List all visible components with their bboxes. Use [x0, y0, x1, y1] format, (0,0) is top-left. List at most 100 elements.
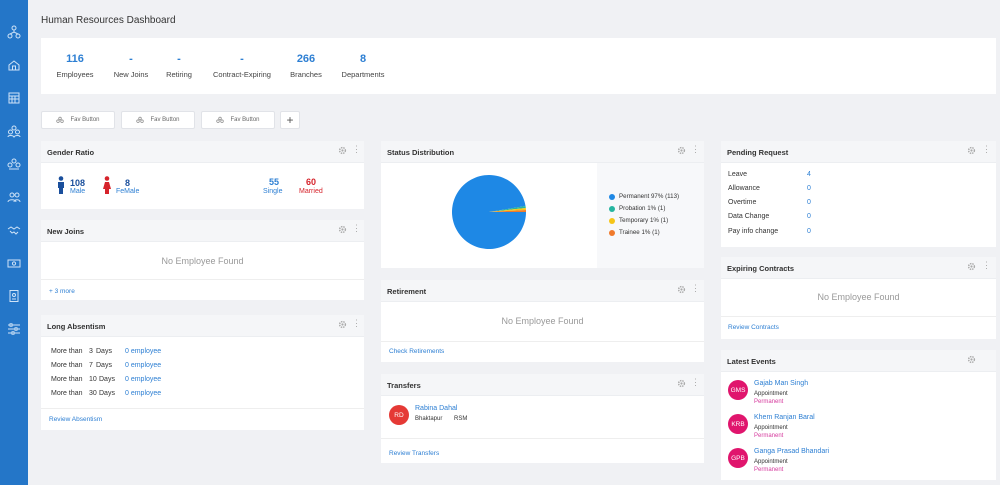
card-header: New Joins ⋮: [41, 220, 364, 242]
gear-icon[interactable]: [967, 262, 976, 271]
team-icon[interactable]: [4, 121, 24, 141]
stat-employees[interactable]: 116 Employees: [51, 53, 99, 79]
row-count[interactable]: 0 employee: [125, 376, 161, 383]
retirement-card: Retirement ⋮ No Employee Found Check Ret…: [381, 280, 704, 362]
legend-item-probation[interactable]: Probation 1% (1): [609, 205, 665, 212]
more-icon[interactable]: ⋮: [352, 145, 361, 154]
fav-button[interactable]: Fav Button: [41, 111, 115, 129]
event-employee-name[interactable]: Khem Ranjan Baral: [754, 414, 815, 421]
row-count[interactable]: 0 employee: [125, 362, 161, 369]
card-title: Gender Ratio: [47, 148, 95, 157]
event-type: Appointment: [754, 459, 788, 465]
more-icon[interactable]: ⋮: [982, 145, 991, 154]
calendar-grid-icon[interactable]: [4, 88, 24, 108]
row-prefix: More than: [51, 362, 83, 369]
page-title: Human Resources Dashboard: [41, 15, 176, 26]
card-title: Latest Events: [727, 357, 776, 366]
transfer-employee-name[interactable]: Rabina Dahal: [415, 405, 457, 412]
transfer-code: RSM: [454, 416, 468, 422]
event-status: Permanent: [754, 399, 784, 405]
more-icon[interactable]: ⋮: [691, 378, 700, 387]
gear-icon[interactable]: [338, 146, 347, 155]
gear-icon[interactable]: [967, 146, 976, 155]
more-icon[interactable]: ⋮: [352, 224, 361, 233]
row-unit: Days: [96, 362, 112, 369]
fav-button[interactable]: Fav Button: [201, 111, 275, 129]
stat-contract-expiring[interactable]: - Contract-Expiring: [207, 53, 277, 79]
stat-value: -: [240, 53, 244, 65]
review-absentism-link[interactable]: Review Absentism: [49, 416, 102, 423]
stat-new-joins[interactable]: - New Joins: [109, 53, 153, 79]
event-type: Appointment: [754, 391, 788, 397]
card-header: Long Absentism ⋮: [41, 315, 364, 337]
badge-icon[interactable]: [4, 286, 24, 306]
settings-sliders-icon[interactable]: [4, 319, 24, 339]
legend-dot: [609, 217, 615, 224]
money-icon[interactable]: [4, 253, 24, 273]
row-days: 10: [89, 376, 97, 383]
gear-icon[interactable]: [967, 355, 976, 364]
more-icon[interactable]: ⋮: [691, 145, 700, 154]
more-icon[interactable]: ⋮: [352, 319, 361, 328]
team-icon: [56, 116, 65, 123]
event-employee-name[interactable]: Ganga Prasad Bhandari: [754, 448, 829, 455]
stat-label: Branches: [290, 70, 322, 79]
expiring-contracts-card: Expiring Contracts ⋮ No Employee Found R…: [721, 257, 996, 339]
more-icon[interactable]: ⋮: [691, 284, 700, 293]
row-count[interactable]: 0 employee: [125, 348, 161, 355]
stats-bar: 116 Employees - New Joins - Retiring - C…: [41, 38, 996, 94]
more-icon[interactable]: ⋮: [982, 261, 991, 270]
add-fav-button[interactable]: +: [280, 111, 300, 129]
review-contracts-link[interactable]: Review Contracts: [728, 324, 779, 331]
fav-button-label: Fav Button: [230, 117, 260, 123]
stat-label: Employees: [56, 70, 94, 79]
gear-icon[interactable]: [338, 225, 347, 234]
stat-branches[interactable]: 266 Branches: [285, 53, 327, 79]
gear-icon[interactable]: [338, 320, 347, 329]
org-chart-icon[interactable]: [4, 22, 24, 42]
row-unit: Days: [99, 390, 115, 397]
stat-label: Retiring: [166, 70, 192, 79]
row-count[interactable]: 0 employee: [125, 390, 161, 397]
request-count[interactable]: 0: [807, 228, 811, 235]
request-count[interactable]: 0: [807, 185, 811, 192]
request-label: Overtime: [728, 199, 757, 206]
handshake-icon[interactable]: [4, 220, 24, 240]
gear-icon[interactable]: [677, 285, 686, 294]
request-count[interactable]: 0: [807, 199, 811, 206]
fav-button-label: Fav Button: [70, 117, 100, 123]
people-icon[interactable]: [4, 187, 24, 207]
event-employee-name[interactable]: Gajab Man Singh: [754, 380, 808, 387]
check-retirements-link[interactable]: Check Retirements: [389, 348, 444, 355]
pie-slice-permanent[interactable]: [452, 175, 526, 250]
request-label: Data Change: [728, 213, 770, 220]
gear-icon[interactable]: [677, 146, 686, 155]
avatar: GPB: [728, 448, 748, 468]
request-count[interactable]: 0: [807, 213, 811, 220]
stat-value: 8: [359, 53, 367, 65]
request-count[interactable]: 4: [807, 171, 811, 178]
legend-label: Trainee 1% (1): [619, 229, 660, 236]
legend-item-temporary[interactable]: Temporary 1% (1): [609, 217, 668, 224]
card-header: Gender Ratio ⋮: [41, 141, 364, 163]
legend-item-permanent[interactable]: Permanent 97% (113): [609, 193, 679, 200]
home-icon[interactable]: [4, 55, 24, 75]
stat-label: New Joins: [113, 70, 149, 79]
fav-button[interactable]: Fav Button: [121, 111, 195, 129]
stat-label: Contract-Expiring: [213, 70, 271, 79]
review-transfers-link[interactable]: Review Transfers: [389, 450, 439, 457]
legend-dot: [609, 205, 615, 212]
card-title: Retirement: [387, 287, 427, 296]
stat-retiring[interactable]: - Retiring: [161, 53, 197, 79]
legend-item-trainee[interactable]: Trainee 1% (1): [609, 229, 660, 236]
card-title: Long Absentism: [47, 322, 106, 331]
request-label: Leave: [728, 171, 748, 178]
legend-label: Probation 1% (1): [619, 205, 666, 212]
stat-departments[interactable]: 8 Departments: [337, 53, 389, 79]
sidebar: [0, 0, 28, 485]
more-link[interactable]: + 3 more: [49, 288, 75, 295]
group-icon[interactable]: [4, 154, 24, 174]
gear-icon[interactable]: [677, 379, 686, 388]
avatar: KRB: [728, 414, 748, 434]
card-header: Status Distribution ⋮: [381, 141, 704, 163]
